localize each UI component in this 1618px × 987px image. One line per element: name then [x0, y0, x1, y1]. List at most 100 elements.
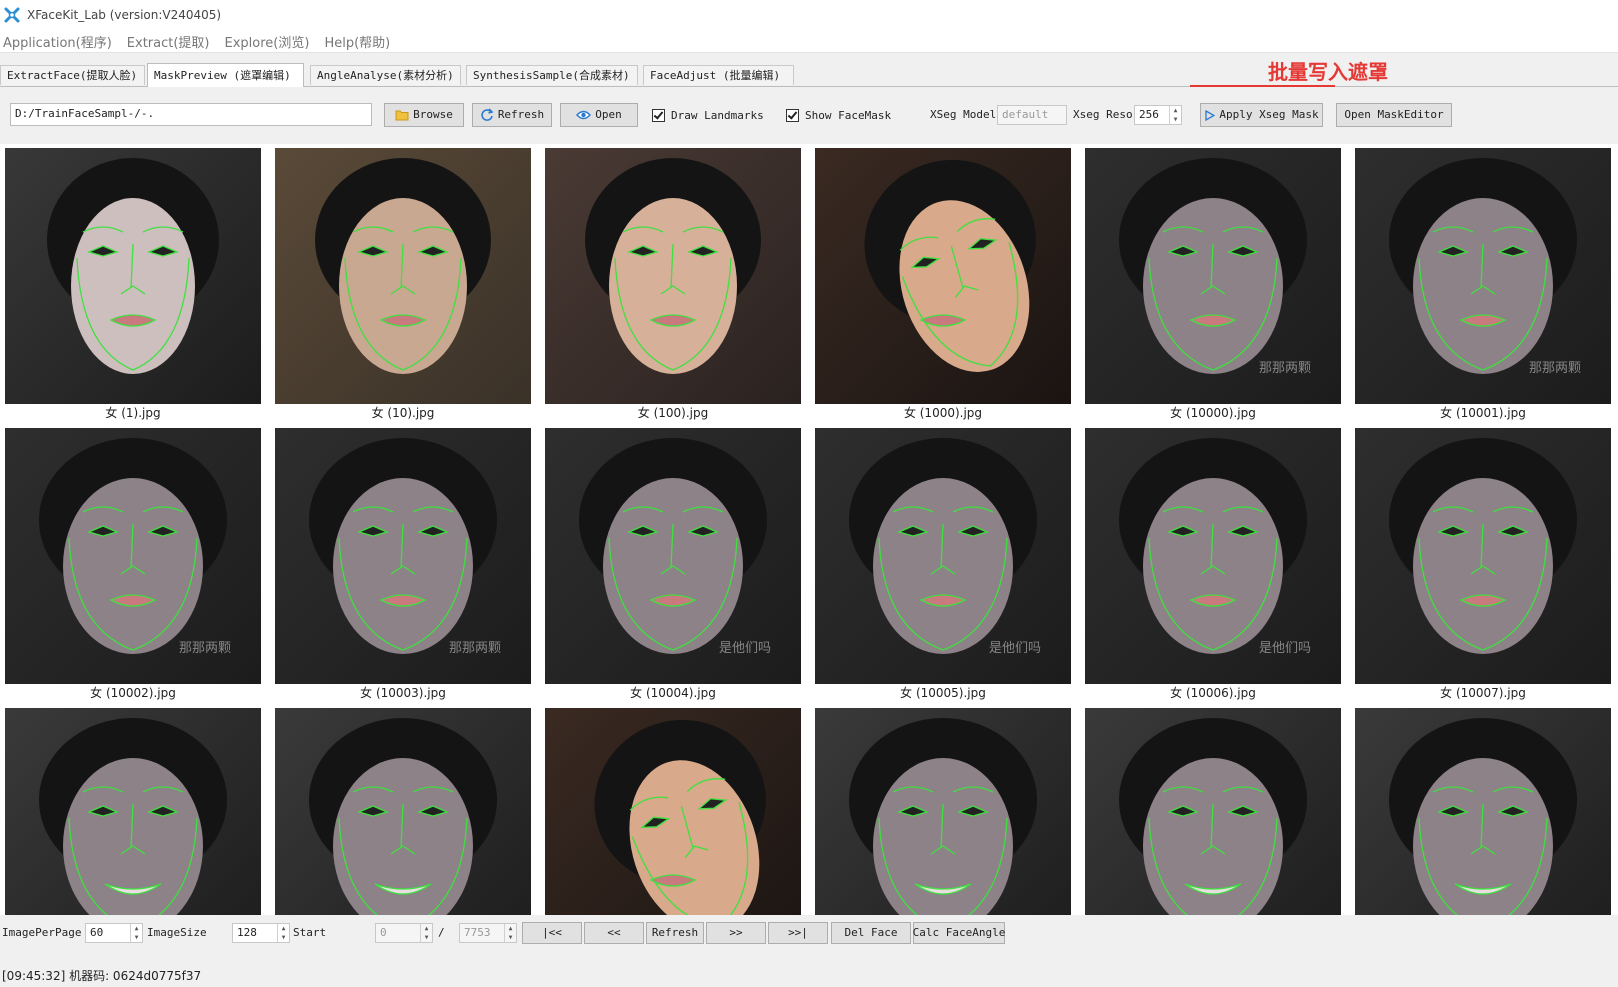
image-filename: 女 (10005).jpg: [900, 686, 986, 700]
face-thumbnail[interactable]: 那那两颗: [275, 428, 531, 684]
spin-down-icon[interactable]: ▼: [421, 933, 432, 942]
image-tile[interactable]: 女 (1).jpg: [5, 144, 261, 422]
face-thumbnail[interactable]: [275, 708, 531, 915]
annotation-label: 批量写入遮罩: [1268, 60, 1388, 84]
image-tile[interactable]: 那那两颗女 (10003).jpg: [275, 424, 531, 702]
spin-down-icon[interactable]: ▼: [505, 933, 516, 942]
spin-up-icon[interactable]: ▲: [278, 924, 289, 933]
xseg-reso-stepper[interactable]: ▲ ▼: [1169, 106, 1181, 124]
start-spinbox[interactable]: 0 ▲ ▼: [375, 923, 433, 943]
spin-down-icon[interactable]: ▼: [278, 933, 289, 942]
tab-face-adjust[interactable]: FaceAdjust (批量编辑): [643, 65, 794, 85]
image-tile[interactable]: [1355, 704, 1611, 915]
face-thumbnail[interactable]: [545, 148, 801, 404]
start-label: Start: [293, 926, 327, 939]
menu-explore[interactable]: Explore(浏览): [225, 32, 310, 51]
image-tile[interactable]: 是他们吗女 (10005).jpg: [815, 424, 1071, 702]
start-stepper[interactable]: ▲ ▼: [420, 924, 432, 942]
show-facemask-checkbox[interactable]: Show FaceMask: [786, 103, 891, 127]
spin-up-icon[interactable]: ▲: [421, 924, 432, 933]
show-facemask-check-icon: [786, 108, 799, 122]
face-thumbnail[interactable]: 那那两颗: [1085, 148, 1341, 404]
spin-up-icon[interactable]: ▲: [131, 924, 142, 933]
image-tile[interactable]: [1085, 704, 1341, 915]
face-thumbnail[interactable]: 是他们吗: [545, 428, 801, 684]
face-thumbnail[interactable]: [5, 708, 261, 915]
image-tile[interactable]: 是他们吗女 (10006).jpg: [1085, 424, 1341, 702]
spin-down-icon[interactable]: ▼: [1170, 115, 1181, 124]
browse-label: Browse: [413, 108, 453, 121]
face-thumbnail[interactable]: 是他们吗: [815, 428, 1071, 684]
image-per-page-stepper[interactable]: ▲ ▼: [130, 924, 142, 942]
image-tile[interactable]: 女 (10).jpg: [275, 144, 531, 422]
xseg-reso-spinbox[interactable]: 256 ▲ ▼: [1134, 105, 1182, 125]
image-tile[interactable]: 女 (1000).jpg: [815, 144, 1071, 422]
image-tile[interactable]: [815, 704, 1071, 915]
face-thumbnail[interactable]: [545, 708, 801, 915]
image-filename: 女 (1000).jpg: [903, 406, 983, 420]
eye-icon: [576, 110, 592, 120]
face-thumbnail[interactable]: [815, 708, 1071, 915]
image-tile[interactable]: 那那两颗女 (10000).jpg: [1085, 144, 1341, 422]
draw-landmarks-checkbox[interactable]: Draw Landmarks: [652, 103, 764, 127]
tab-mask-preview[interactable]: MaskPreview (遮罩编辑): [147, 63, 304, 87]
menu-extract[interactable]: Extract(提取): [127, 32, 210, 51]
image-per-page-spinbox[interactable]: 60 ▲ ▼: [85, 923, 143, 943]
spin-up-icon[interactable]: ▲: [505, 924, 516, 933]
face-thumbnail[interactable]: 那那两颗: [1355, 148, 1611, 404]
image-size-label: ImageSize: [147, 926, 207, 939]
prev-page-button[interactable]: <<: [584, 922, 644, 944]
folder-icon: [395, 110, 409, 121]
open-maskeditor-button[interactable]: Open MaskEditor: [1336, 103, 1452, 127]
last-page-button[interactable]: >>|: [768, 922, 828, 944]
apply-xseg-mask-label: Apply Xseg Mask: [1219, 108, 1319, 121]
pager-refresh-button[interactable]: Refresh: [646, 922, 704, 944]
xseg-reso-value: 256: [1139, 108, 1159, 121]
svg-text:那那两颗: 那那两颗: [1529, 361, 1581, 376]
xseg-model-field[interactable]: default: [997, 105, 1067, 125]
menu-application[interactable]: Application(程序): [3, 32, 112, 51]
tab-angle-analyse[interactable]: AngleAnalyse(素材分析): [310, 65, 461, 85]
calc-face-angle-button[interactable]: Calc FaceAngle: [913, 922, 1005, 944]
show-facemask-label: Show FaceMask: [805, 108, 892, 122]
start-value: 0: [380, 926, 387, 939]
next-page-button[interactable]: >>: [706, 922, 766, 944]
image-filename: 女 (1).jpg: [105, 406, 161, 420]
face-thumbnail[interactable]: 是他们吗: [1085, 428, 1341, 684]
image-size-spinbox[interactable]: 128 ▲ ▼: [232, 923, 290, 943]
image-tile[interactable]: 女 (100).jpg: [545, 144, 801, 422]
menu-help[interactable]: Help(帮助): [324, 32, 390, 51]
refresh-button[interactable]: Refresh: [472, 103, 552, 127]
path-input[interactable]: D:/TrainFaceSampl-/-.: [10, 103, 372, 126]
app-logo-icon: [4, 7, 20, 23]
open-button[interactable]: Open: [560, 103, 638, 127]
total-spinbox[interactable]: 7753 ▲ ▼: [459, 923, 517, 943]
tab-synthesis-sample[interactable]: SynthesisSample(合成素材): [466, 65, 638, 85]
tab-extract-face[interactable]: ExtractFace(提取人脸): [0, 65, 145, 85]
face-thumbnail[interactable]: [275, 148, 531, 404]
image-tile[interactable]: [5, 704, 261, 915]
image-tile[interactable]: 那那两颗女 (10001).jpg: [1355, 144, 1611, 422]
face-thumbnail[interactable]: [1355, 428, 1611, 684]
face-thumbnail[interactable]: [1085, 708, 1341, 915]
face-thumbnail[interactable]: [1355, 708, 1611, 915]
face-thumbnail[interactable]: [5, 148, 261, 404]
apply-xseg-mask-button[interactable]: Apply Xseg Mask: [1200, 103, 1323, 127]
first-page-button[interactable]: |<<: [522, 922, 582, 944]
image-tile[interactable]: 是他们吗女 (10004).jpg: [545, 424, 801, 702]
spin-down-icon[interactable]: ▼: [131, 933, 142, 942]
total-stepper[interactable]: ▲ ▼: [504, 924, 516, 942]
refresh-icon: [481, 108, 494, 121]
image-tile[interactable]: 女 (10007).jpg: [1355, 424, 1611, 702]
face-thumbnail[interactable]: 那那两颗: [5, 428, 261, 684]
image-tile[interactable]: 那那两颗女 (10002).jpg: [5, 424, 261, 702]
image-tile[interactable]: [545, 704, 801, 915]
image-filename: 女 (10007).jpg: [1440, 686, 1526, 700]
image-size-stepper[interactable]: ▲ ▼: [277, 924, 289, 942]
spin-up-icon[interactable]: ▲: [1170, 106, 1181, 115]
title-bar: XFaceKit_Lab (version:V240405): [0, 0, 1618, 30]
browse-button[interactable]: Browse: [384, 103, 464, 127]
face-thumbnail[interactable]: [815, 148, 1071, 404]
del-face-button[interactable]: Del Face: [831, 922, 911, 944]
image-tile[interactable]: [275, 704, 531, 915]
